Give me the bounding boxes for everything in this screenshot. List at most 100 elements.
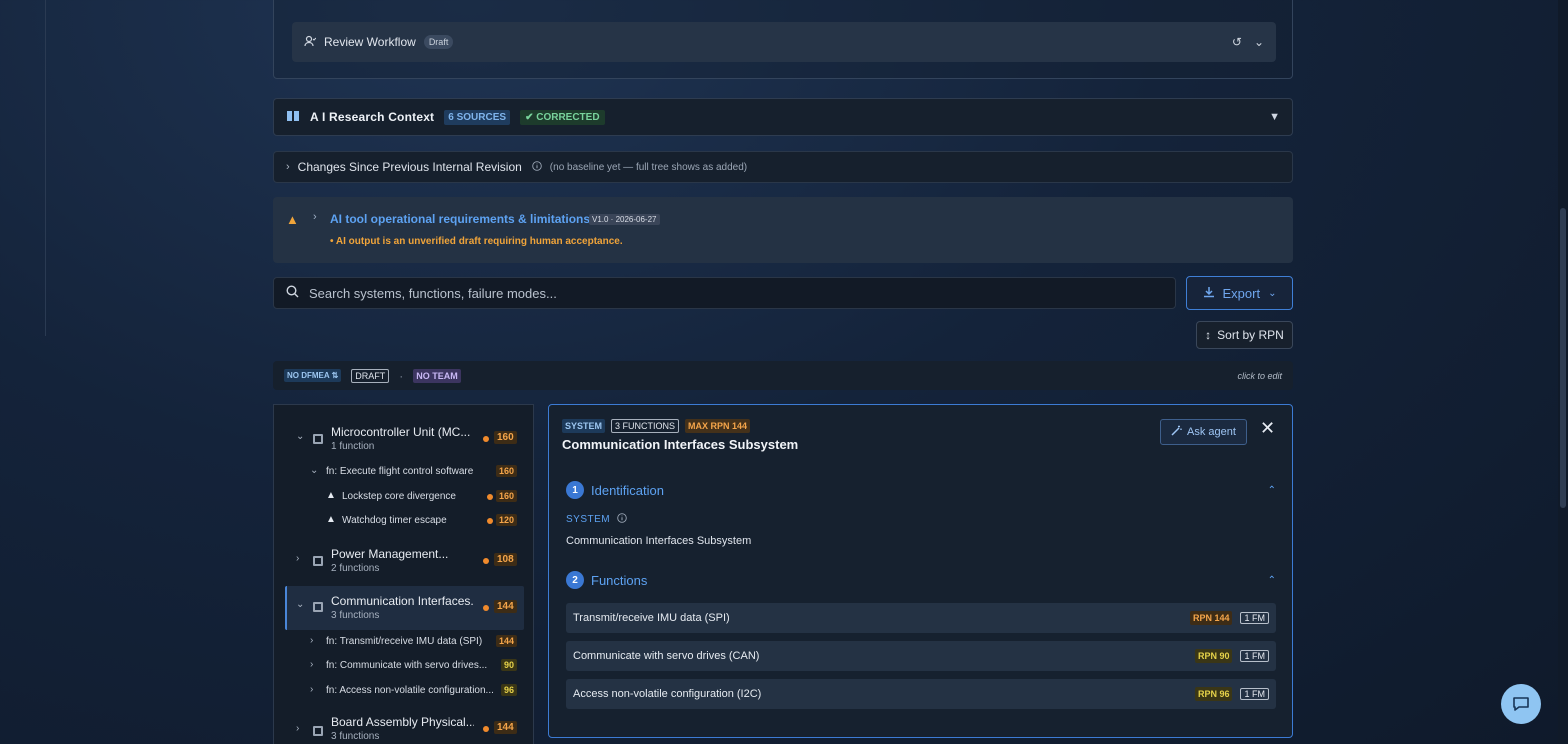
rpn-badge: 120 — [496, 514, 518, 526]
changes-title: Changes Since Previous Internal Revision — [297, 160, 522, 174]
tree-node-board-assembly[interactable]: › Board Assembly Physical... 3 functions… — [274, 713, 534, 744]
chevron-down-icon[interactable]: ⌄ — [296, 599, 304, 610]
dfmea-badge[interactable]: NO DFMEA ⇅ — [284, 369, 342, 382]
chat-icon[interactable] — [1501, 684, 1541, 724]
rpn-badge: 144 — [494, 600, 517, 613]
caret-down-icon[interactable]: ▼ — [1269, 111, 1280, 123]
section-number: 2 — [566, 571, 584, 589]
system-badge: SYSTEM — [562, 419, 606, 433]
chevron-right-icon[interactable]: › — [296, 553, 299, 564]
user-check-icon — [304, 35, 317, 50]
team-badge: NO TEAM — [413, 368, 461, 383]
chevron-right-icon[interactable]: › — [310, 635, 313, 646]
chevron-right-icon[interactable]: › — [296, 723, 299, 734]
tree-node-mcu[interactable]: ⌄ Microcontroller Unit (MC... 1 function… — [274, 421, 534, 457]
rpn-dot — [483, 436, 489, 442]
node-name: Microcontroller Unit (MC... — [331, 425, 471, 439]
rpn-badge: 96 — [501, 684, 518, 696]
tree-node-communication-interfaces[interactable]: ⌄ Communication Interfaces... 3 function… — [285, 586, 524, 630]
tree-failure-mode-row[interactable]: ▲ Watchdog timer escape 120 — [274, 511, 534, 531]
sort-icon: ↕ — [1205, 328, 1212, 342]
functions-count-badge: 3 FUNCTIONS — [611, 419, 680, 433]
limitations-title[interactable]: AI tool operational requirements & limit… — [330, 212, 590, 226]
chevron-up-icon[interactable]: ⌃ — [1268, 575, 1276, 586]
section-identification-header[interactable]: 1 Identification ⌃ — [566, 480, 1276, 500]
function-item[interactable]: Communicate with servo drives (CAN) RPN … — [566, 641, 1276, 671]
chip-icon — [313, 434, 323, 444]
tree-function-row[interactable]: › fn: Transmit/receive IMU data (SPI) 14… — [274, 632, 534, 652]
function-item[interactable]: Access non-volatile configuration (I2C) … — [566, 679, 1276, 709]
node-name: Board Assembly Physical... — [331, 715, 474, 729]
ai-research-context-header[interactable]: A I Research Context 6 SOURCES ✔ CORRECT… — [273, 98, 1293, 136]
warning-icon: ▲ — [326, 490, 336, 501]
section-title: Identification — [591, 482, 664, 498]
chevron-right-icon[interactable]: › — [310, 684, 313, 695]
section-functions-header[interactable]: 2 Functions ⌃ — [566, 570, 1276, 590]
failure-mode-count: 1 FM — [1240, 688, 1269, 700]
export-label: Export — [1222, 285, 1261, 301]
changes-since-revision-row[interactable]: › Changes Since Previous Internal Revisi… — [273, 151, 1293, 183]
rpn-badge: RPN 90 — [1194, 649, 1233, 663]
changes-note: (no baseline yet — full tree shows as ad… — [549, 161, 748, 173]
function-label: fn: Communicate with servo drives... — [326, 660, 488, 671]
rpn-dot — [483, 605, 489, 611]
rpn-badge: 160 — [496, 490, 518, 502]
sort-label: Sort by RPN — [1217, 328, 1284, 342]
research-title: A I Research Context — [310, 110, 435, 124]
chevron-right-icon[interactable]: › — [313, 211, 317, 223]
chevron-down-icon[interactable]: ⌄ — [310, 465, 318, 476]
rpn-dot — [487, 494, 493, 500]
sort-by-rpn-button[interactable]: ↕ Sort by RPN — [1196, 321, 1293, 349]
limitations-bullet: • AI output is an unverified draft requi… — [330, 236, 623, 247]
rpn-badge: 160 — [494, 431, 517, 444]
review-workflow-row[interactable]: Review Workflow Draft ↺ ⌄ — [292, 22, 1276, 62]
page-scrollbar[interactable] — [1558, 0, 1568, 744]
tree-function-row[interactable]: › fn: Access non-volatile configuration.… — [274, 681, 534, 701]
info-icon[interactable] — [617, 513, 628, 526]
function-label: Transmit/receive IMU data (SPI) — [573, 612, 730, 624]
book-icon — [286, 110, 300, 125]
ai-limitations-banner: ▲ › AI tool operational requirements & l… — [273, 197, 1293, 263]
search-input[interactable] — [309, 285, 1109, 301]
download-icon — [1203, 286, 1215, 301]
document-meta-bar[interactable]: NO DFMEA ⇅ DRAFT · NO TEAM click to edit — [273, 361, 1293, 390]
node-name: Power Management... — [331, 547, 449, 561]
ask-agent-label: Ask agent — [1187, 426, 1236, 438]
reset-icon[interactable]: ↺ — [1232, 35, 1242, 49]
failure-mode-label: Watchdog timer escape — [342, 515, 447, 526]
rpn-dot — [487, 518, 493, 524]
warning-icon: ▲ — [326, 514, 336, 525]
info-icon[interactable] — [532, 160, 542, 174]
scrollbar-thumb[interactable] — [1560, 208, 1566, 508]
tree-function-row[interactable]: › fn: Communicate with servo drives... 9… — [274, 656, 534, 676]
detail-panel: SYSTEM 3 FUNCTIONS MAX RPN 144 Communica… — [548, 404, 1293, 738]
chevron-down-icon[interactable]: ⌄ — [296, 431, 304, 442]
chip-icon — [313, 602, 323, 612]
export-button[interactable]: Export ⌄ — [1186, 276, 1293, 310]
tree-function-row[interactable]: ⌄ fn: Execute flight control software 16… — [274, 462, 534, 482]
system-label-text: SYSTEM — [566, 514, 611, 525]
draft-badge: DRAFT — [351, 368, 390, 383]
ask-agent-button[interactable]: Ask agent — [1160, 419, 1247, 445]
chevron-up-icon[interactable]: ⌃ — [1268, 485, 1276, 496]
tree-failure-mode-row[interactable]: ▲ Lockstep core divergence 160 — [274, 487, 534, 507]
chevron-down-icon: ⌄ — [1268, 287, 1277, 299]
node-name: Communication Interfaces... — [331, 594, 474, 608]
close-icon[interactable]: ✕ — [1260, 418, 1275, 439]
rpn-badge: 90 — [501, 659, 518, 671]
rpn-dot — [483, 558, 489, 564]
chevron-right-icon[interactable]: › — [310, 659, 313, 670]
failure-mode-label: Lockstep core divergence — [342, 491, 456, 502]
rpn-badge: 144 — [496, 635, 518, 647]
chevron-right-icon[interactable]: › — [286, 161, 290, 173]
chevron-down-icon[interactable]: ⌄ — [1254, 35, 1264, 49]
review-workflow-label: Review Workflow — [324, 35, 416, 49]
node-subtitle: 1 function — [331, 441, 375, 452]
function-item[interactable]: Transmit/receive IMU data (SPI) RPN 144 1… — [566, 603, 1276, 633]
detail-badges: SYSTEM 3 FUNCTIONS MAX RPN 144 — [562, 419, 751, 433]
version-badge: V1.0 · 2026-06-27 — [589, 214, 660, 225]
edit-hint: click to edit — [1237, 370, 1282, 381]
section-number: 1 — [566, 481, 584, 499]
tree-node-power-management[interactable]: › Power Management... 2 functions 108 — [274, 543, 534, 579]
search-icon — [286, 285, 299, 301]
